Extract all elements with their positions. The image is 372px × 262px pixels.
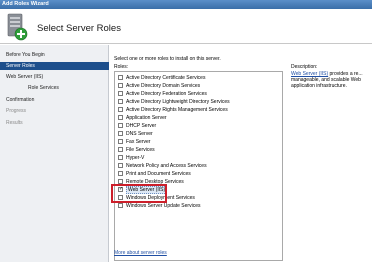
checkbox[interactable]	[118, 123, 123, 128]
sidebar-item-results: Results	[0, 119, 109, 127]
checkbox[interactable]	[118, 147, 123, 152]
checkbox[interactable]	[118, 139, 123, 144]
wizard-header: Select Server Roles	[0, 9, 372, 44]
sidebar-item-label: Before You Begin	[6, 52, 45, 58]
role-label: Active Directory Federation Services	[126, 91, 207, 97]
sidebar-item-label: Confirmation	[6, 97, 35, 103]
role-item[interactable]: Network Policy and Access Services	[117, 162, 282, 170]
window-title: Add Roles Wizard	[2, 1, 49, 7]
role-item[interactable]: Active Directory Domain Services	[117, 82, 282, 90]
role-label: Hyper-V	[126, 155, 145, 161]
role-label: Active Directory Certificate Services	[126, 75, 206, 81]
role-label: Print and Document Services	[126, 171, 191, 177]
window-title-bar: Add Roles Wizard	[0, 0, 372, 9]
checkbox[interactable]	[118, 131, 123, 136]
sidebar-item-progress: Progress	[0, 107, 109, 115]
role-label: Fax Server	[126, 139, 151, 145]
role-item[interactable]: Hyper-V	[117, 154, 282, 162]
checkbox[interactable]	[118, 163, 123, 168]
checkbox[interactable]	[118, 75, 123, 80]
role-item[interactable]: DHCP Server	[117, 122, 282, 130]
server-add-icon	[7, 13, 28, 41]
sidebar-item-label: Results	[6, 120, 23, 126]
role-item[interactable]: Active Directory Certificate Services	[117, 74, 282, 82]
description-label: Description:	[291, 64, 318, 70]
more-about-roles-link[interactable]: More about server roles	[114, 250, 167, 256]
description-text: Web Server (IIS) provides a re... manage…	[291, 71, 372, 89]
role-label: File Services	[126, 147, 155, 153]
sidebar-item-label: Role Services	[28, 85, 59, 91]
checkbox[interactable]	[118, 203, 123, 208]
role-item[interactable]: Application Server	[117, 114, 282, 122]
sidebar-item-label: Progress	[6, 108, 27, 114]
sidebar-item-confirmation[interactable]: Confirmation	[0, 96, 109, 104]
checkbox[interactable]	[118, 155, 123, 160]
main-content: Select one or more roles to install on t…	[110, 45, 372, 262]
role-label: Application Server	[126, 115, 167, 121]
role-item[interactable]: Fax Server	[117, 138, 282, 146]
annotation-highlight-box	[111, 184, 167, 203]
role-label: DNS Server	[126, 131, 153, 137]
role-label: DHCP Server	[126, 123, 157, 129]
sidebar-item-web-server[interactable]: Web Server (IIS)	[0, 73, 109, 81]
role-label: Active Directory Lightweight Directory S…	[126, 99, 230, 105]
role-label: Active Directory Domain Services	[126, 83, 201, 89]
checkbox[interactable]	[118, 171, 123, 176]
role-label: Active Directory Rights Management Servi…	[126, 107, 228, 113]
role-item[interactable]: File Services	[117, 146, 282, 154]
instruction-text: Select one or more roles to install on t…	[114, 56, 221, 62]
sidebar-item-label: Server Roles	[6, 63, 35, 69]
sidebar-item-server-roles[interactable]: Server Roles	[0, 62, 109, 70]
role-item[interactable]: Active Directory Lightweight Directory S…	[117, 98, 282, 106]
wizard-steps-sidebar: Before You Begin Server Roles Web Server…	[0, 45, 109, 262]
role-item[interactable]: Active Directory Federation Services	[117, 90, 282, 98]
role-item[interactable]: Active Directory Rights Management Servi…	[117, 106, 282, 114]
checkbox[interactable]	[118, 107, 123, 112]
role-label: Windows Server Update Services	[126, 203, 201, 209]
checkbox[interactable]	[118, 91, 123, 96]
checkbox[interactable]	[118, 83, 123, 88]
roles-list[interactable]: Active Directory Certificate Services Ac…	[114, 71, 283, 261]
sidebar-item-role-services[interactable]: Role Services	[0, 84, 109, 92]
sidebar-item-label: Web Server (IIS)	[6, 74, 44, 80]
page-title: Select Server Roles	[37, 23, 121, 34]
sidebar-item-before-you-begin[interactable]: Before You Begin	[0, 51, 109, 59]
role-item[interactable]: Windows Server Update Services	[117, 202, 282, 210]
checkbox[interactable]	[118, 99, 123, 104]
role-item[interactable]: DNS Server	[117, 130, 282, 138]
role-item[interactable]: Print and Document Services	[117, 170, 282, 178]
checkbox[interactable]	[118, 115, 123, 120]
roles-label: Roles:	[114, 64, 129, 70]
role-label: Network Policy and Access Services	[126, 163, 207, 169]
